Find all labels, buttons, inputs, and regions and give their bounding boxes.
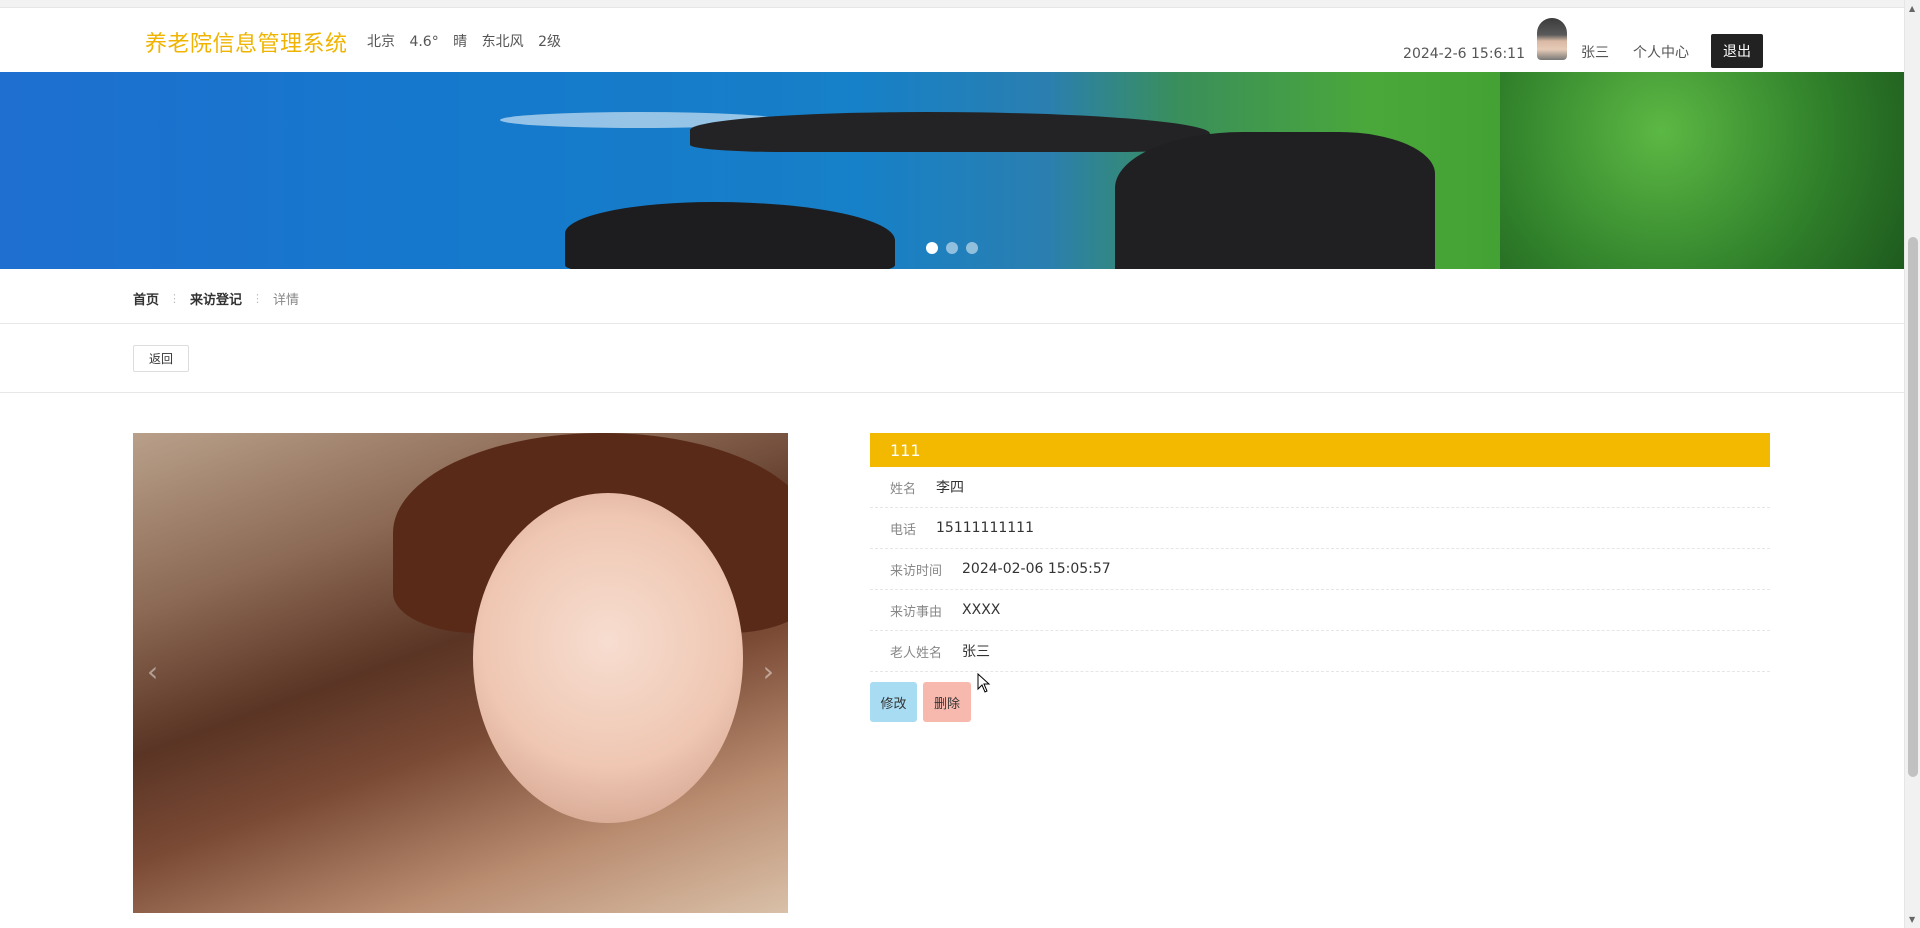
banner-carousel[interactable]: [0, 72, 1904, 269]
site-title[interactable]: 养老院信息管理系统: [145, 26, 348, 58]
field-value: 2024-02-06 15:05:57: [962, 561, 1111, 577]
visitor-photo: ‹ ›: [133, 433, 788, 913]
mouse-cursor-icon: [977, 673, 991, 693]
field-value: 15111111111: [936, 520, 1034, 536]
weather-temp: 4.6°: [409, 34, 439, 50]
divider: [0, 392, 1904, 393]
top-strip: [0, 0, 1904, 8]
carousel-dot[interactable]: [926, 242, 938, 254]
carousel-dot[interactable]: [966, 242, 978, 254]
detail-row-elder-name: 老人姓名 张三: [870, 631, 1770, 672]
username[interactable]: 张三: [1581, 42, 1609, 68]
scroll-down-icon[interactable]: ▼: [1909, 915, 1915, 924]
carousel-dot[interactable]: [946, 242, 958, 254]
chevron-left-icon[interactable]: ‹: [147, 655, 158, 688]
scrollbar-thumb[interactable]: [1908, 237, 1918, 777]
breadcrumb-home[interactable]: 首页: [133, 289, 159, 308]
field-value: 张三: [962, 644, 991, 660]
back-button[interactable]: 返回: [133, 345, 189, 372]
divider: [0, 323, 1904, 324]
detail-panel: 111 姓名 李四 电话 15111111111 来访时间 2024-02-06…: [870, 433, 1770, 722]
chevron-right-icon[interactable]: ›: [763, 655, 774, 688]
weather-widget: 北京 4.6° 晴 东北风 2级: [367, 31, 571, 51]
delete-button[interactable]: 删除: [923, 682, 971, 722]
page-scrollbar[interactable]: ▲ ▼: [1904, 0, 1920, 928]
field-label: 电话: [890, 522, 917, 538]
field-label: 老人姓名: [890, 645, 943, 661]
weather-city: 北京: [367, 34, 395, 50]
weather-level: 2级: [538, 34, 561, 50]
header: 养老院信息管理系统 北京 4.6° 晴 东北风 2级 2024-2-6 15:6…: [0, 8, 1904, 72]
breadcrumb-current: 详情: [273, 293, 300, 308]
logout-button[interactable]: 退出: [1711, 34, 1763, 68]
banner-foliage: [1500, 72, 1904, 269]
breadcrumb-separator-icon: ⋮: [169, 292, 181, 305]
banner-rock: [565, 202, 895, 269]
weather-condition: 晴: [453, 34, 468, 50]
breadcrumb-separator-icon: ⋮: [252, 292, 264, 305]
detail-row-visit-reason: 来访事由 XXXX: [870, 590, 1770, 631]
breadcrumb: 首页 ⋮ 来访登记 ⋮ 详情: [133, 289, 299, 308]
weather-wind: 东北风: [481, 34, 524, 50]
field-label: 来访事由: [890, 604, 943, 620]
carousel-indicators: [926, 242, 978, 254]
detail-row-visit-time: 来访时间 2024-02-06 15:05:57: [870, 549, 1770, 590]
user-bar: 2024-2-6 15:6:11 张三 个人中心 退出: [1403, 18, 1763, 68]
detail-actions: 修改 删除: [870, 682, 1770, 722]
edit-button[interactable]: 修改: [870, 682, 917, 722]
photo-face: [473, 493, 743, 823]
breadcrumb-visit-register[interactable]: 来访登记: [190, 289, 242, 308]
current-datetime: 2024-2-6 15:6:11: [1403, 46, 1525, 62]
detail-row-name: 姓名 李四: [870, 467, 1770, 508]
user-center-link[interactable]: 个人中心: [1633, 42, 1689, 68]
field-value: 李四: [936, 480, 965, 496]
avatar[interactable]: [1537, 18, 1567, 60]
detail-row-phone: 电话 15111111111: [870, 508, 1770, 549]
banner-rock: [1115, 132, 1435, 269]
field-label: 来访时间: [890, 563, 943, 579]
banner-rock: [690, 112, 1210, 152]
field-label: 姓名: [890, 481, 917, 497]
field-value: XXXX: [962, 602, 1001, 618]
scroll-up-icon[interactable]: ▲: [1909, 4, 1915, 13]
detail-title: 111: [870, 433, 1770, 467]
